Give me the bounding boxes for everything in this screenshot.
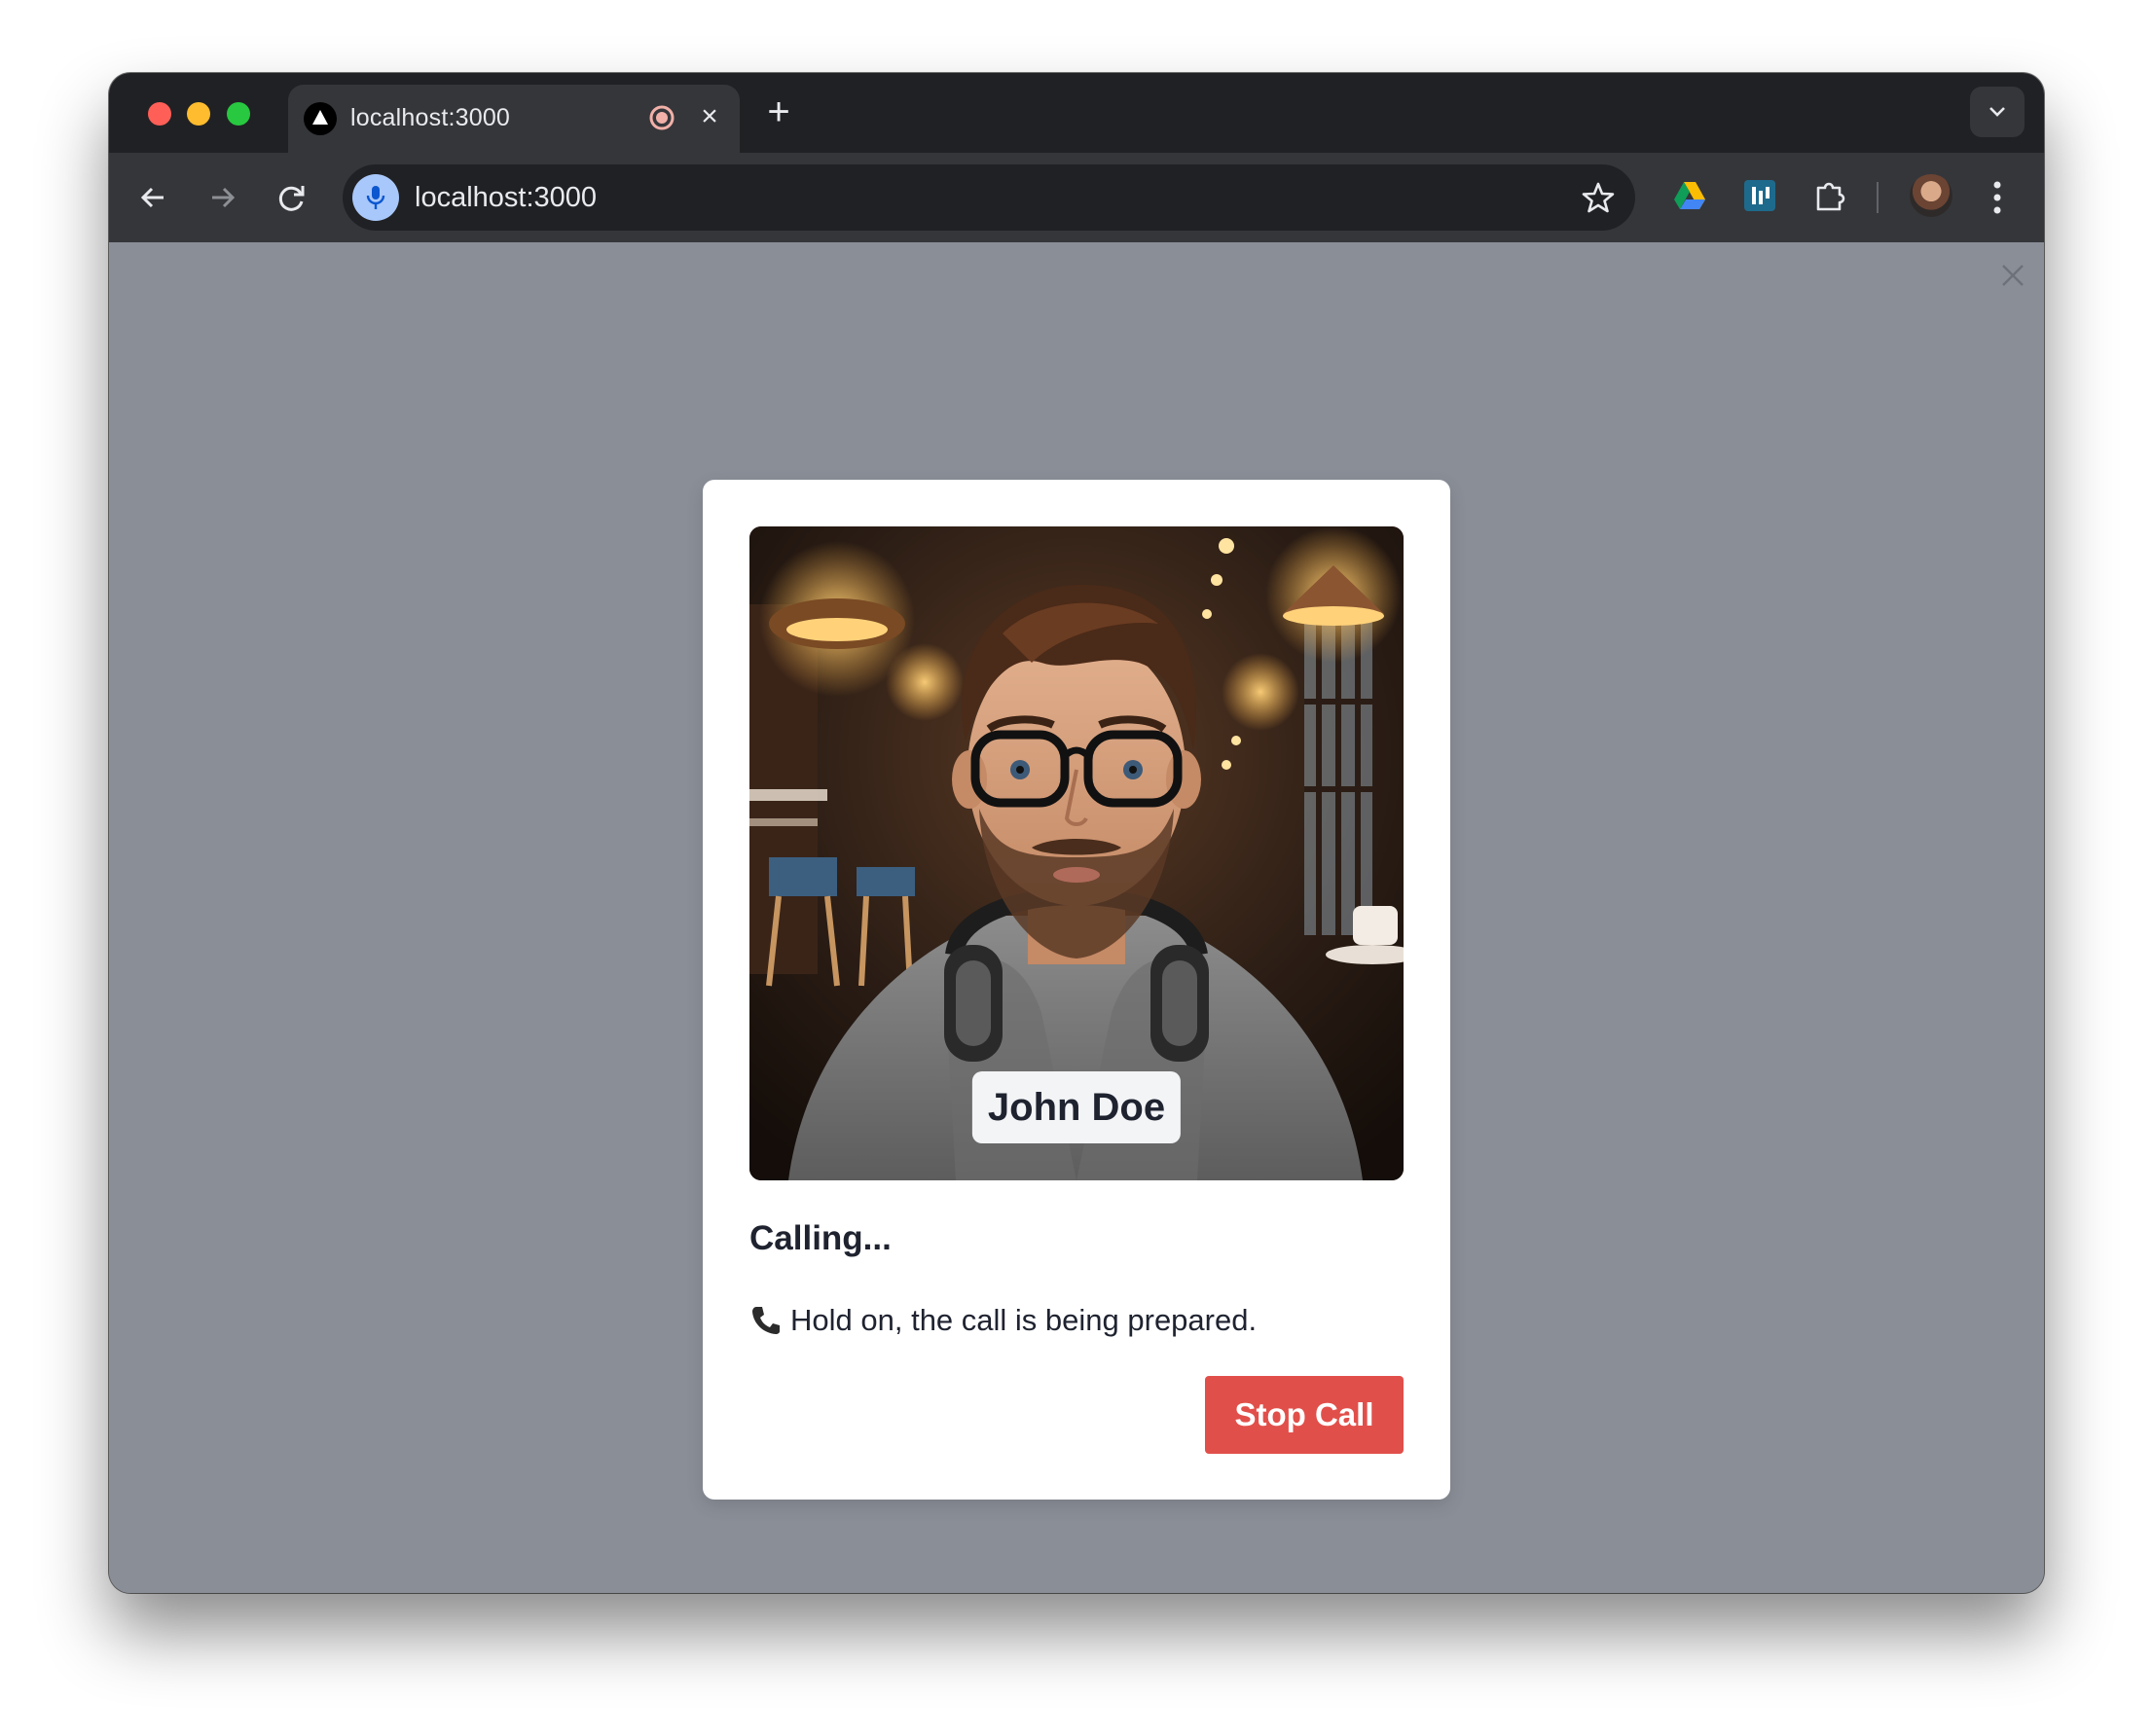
puzzle-icon[interactable]: [1810, 176, 1849, 215]
status-message-text: Hold on, the call is being prepared.: [790, 1303, 1258, 1337]
back-arrow-icon[interactable]: [134, 178, 173, 217]
chevron-down-icon: [1989, 107, 2005, 117]
page-overlay: John Doe Calling... Hold on, the call is…: [109, 242, 2044, 1593]
close-icon[interactable]: ×: [695, 102, 724, 131]
recording-icon: [649, 105, 675, 130]
tab-search-button[interactable]: [1970, 87, 2025, 137]
address-bar[interactable]: localhost:3000: [343, 164, 1635, 231]
url-text[interactable]: localhost:3000: [415, 182, 597, 214]
call-status-title: Calling...: [749, 1219, 892, 1257]
browser-window: localhost:3000 × + localhost:3000 John D…: [109, 73, 2044, 1593]
tab-strip: localhost:3000 × +: [109, 73, 2044, 153]
stop-call-button[interactable]: Stop Call: [1205, 1376, 1404, 1454]
more-vert-icon[interactable]: [1978, 176, 2017, 219]
browser-toolbar: localhost:3000: [109, 153, 2044, 242]
close-icon[interactable]: [1995, 258, 2030, 293]
call-modal: John Doe Calling... Hold on, the call is…: [703, 480, 1450, 1500]
phone-icon: [752, 1307, 780, 1334]
maximize-window-button[interactable]: [227, 102, 250, 126]
mic-icon[interactable]: [352, 174, 399, 221]
plus-icon[interactable]: +: [759, 92, 798, 131]
toolbar-divider: [1877, 182, 1879, 213]
close-window-button[interactable]: [148, 102, 171, 126]
call-status-message: Hold on, the call is being prepared.: [749, 1303, 1257, 1338]
browser-tab[interactable]: localhost:3000 ×: [288, 85, 740, 153]
triangle-logo-icon: [304, 102, 337, 135]
contact-photo: John Doe: [749, 526, 1404, 1180]
contact-name-label: John Doe: [971, 1071, 1182, 1143]
tab-title: localhost:3000: [350, 104, 511, 131]
minimize-window-button[interactable]: [187, 102, 210, 126]
reload-icon[interactable]: [273, 178, 311, 217]
profile-avatar[interactable]: [1910, 174, 1952, 217]
google-drive-icon[interactable]: [1670, 176, 1709, 215]
extension-icon[interactable]: [1740, 176, 1779, 215]
star-icon[interactable]: [1581, 180, 1616, 215]
forward-arrow-icon[interactable]: [202, 178, 241, 217]
